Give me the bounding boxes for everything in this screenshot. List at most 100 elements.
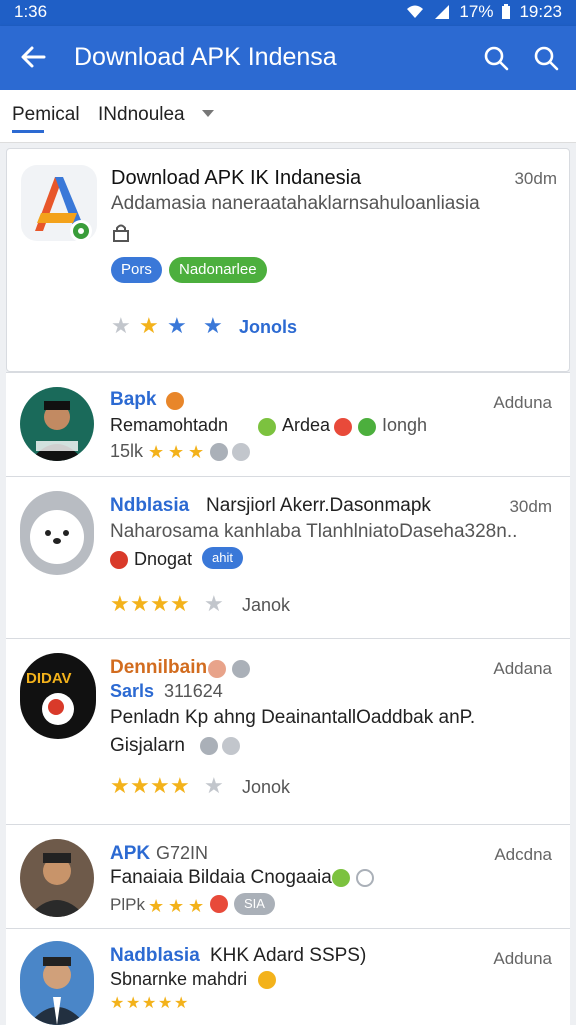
app-name: Nadblasia [110, 945, 200, 966]
rating-label: Jonok [242, 777, 291, 797]
status-clock: 19:23 [519, 2, 562, 21]
emoji-icon [258, 971, 276, 989]
app-name: Bapk [110, 389, 157, 410]
star-icon: ★ [203, 313, 223, 338]
download-count: PlPk [110, 895, 145, 914]
description: Remamohtadn [110, 415, 229, 435]
filter-dropdown[interactable]: INdnoulea [98, 104, 185, 126]
category-chip[interactable]: Pors [111, 257, 162, 283]
timestamp: 30dm [514, 169, 557, 188]
rating-label: Janok [242, 595, 291, 615]
svg-text:DIDAV: DIDAV [26, 670, 72, 687]
fire-icon [166, 392, 184, 410]
star-icon: ★ [168, 896, 185, 916]
star-icon: ★ [130, 591, 150, 616]
emoji-icon [222, 737, 240, 755]
avatar [20, 941, 94, 1025]
search-icon[interactable] [482, 44, 510, 72]
list-item[interactable]: Ndblasia Narsjiorl Akerr.Dasonmapk 30dm … [6, 476, 570, 639]
star-icon: ★ [110, 995, 125, 1012]
emoji-icon [200, 737, 218, 755]
app-name-secondary: KHK Adard SSPS) [210, 945, 367, 966]
no-entry-icon [110, 551, 128, 569]
star-icon: ★ [148, 896, 165, 916]
star-icon: ★ [158, 995, 173, 1012]
star-icon: ★ [174, 995, 189, 1012]
description: Fanaiaia Bildaia Cnogaaia [110, 867, 332, 888]
star-icon: ★ [126, 995, 141, 1012]
app-bar: Download APK Indensa [0, 26, 576, 90]
star-icon: ★ [142, 995, 157, 1012]
star-icon: ★ [111, 313, 131, 338]
star-icon: ★ [130, 773, 150, 798]
info-chip[interactable]: ahit [202, 547, 243, 569]
star-icon: ★ [110, 591, 130, 616]
avatar [20, 491, 94, 575]
active-tab-indicator [12, 130, 44, 133]
description: Penladn Kp ahng DeainantallOaddbak anP. [110, 707, 476, 728]
subtitle-number: 311624 [164, 681, 223, 701]
smile-icon [232, 660, 250, 678]
subtitle: Sarls [110, 681, 155, 701]
star-icon: ★ [170, 773, 190, 798]
timestamp: Addana [493, 659, 552, 678]
app-name: APK [110, 843, 151, 864]
description-c: Iongh [382, 415, 428, 435]
emoji-icon [210, 895, 228, 913]
tagline: Dnogat [134, 549, 193, 569]
star-icon: ★ [170, 591, 190, 616]
timestamp: Adcdna [494, 845, 552, 864]
smile-icon [258, 418, 276, 436]
leaf-icon [358, 418, 376, 436]
list-item[interactable]: Bapk Adduna Remamohtadn Ardea Iongh 15lk… [6, 372, 570, 477]
description-b: Ardea [282, 415, 331, 435]
tag-chip[interactable]: Nadonarlee [169, 257, 267, 283]
star-icon: ★ [148, 442, 165, 462]
list-item[interactable]: Nadblasia KHK Adard SSPS) Adduna Sbnarnk… [6, 928, 570, 1025]
battery-percent: 17% [459, 2, 494, 21]
description: Sbnarnke mahdri [110, 969, 248, 989]
star-icon: ★ [167, 313, 187, 338]
list-item[interactable]: APK G72IN Adcdna Fanaiaia Bildaia Cnogaa… [6, 824, 570, 929]
avatar [20, 387, 94, 461]
list-item[interactable]: DIDAV Dennilbain Addana Sarls 311624 Pen… [6, 638, 570, 825]
wifi-icon [407, 5, 424, 18]
back-arrow-icon[interactable] [18, 42, 48, 72]
status-right: 17% 19:23 [405, 2, 562, 22]
badge-icon [208, 660, 226, 678]
app-logo-icon [35, 177, 92, 242]
chevron-down-icon[interactable] [202, 110, 214, 117]
tagline: Gisjalarn [110, 735, 185, 756]
gear-icon [232, 443, 250, 461]
timestamp: Adduna [493, 393, 552, 412]
filter-tab-primary[interactable]: Pemical [12, 104, 80, 126]
battery-icon [502, 4, 511, 19]
avatar [20, 839, 94, 917]
emoji-icon [334, 418, 352, 436]
search-icon[interactable] [532, 44, 560, 72]
star-icon: ★ [150, 773, 170, 798]
filter-bar: Pemical INdnoulea [0, 90, 576, 143]
badge-icon [210, 443, 228, 461]
app-name: Dennilbain [110, 657, 208, 678]
info-chip[interactable]: SIA [234, 893, 275, 915]
chat-icon [356, 869, 374, 887]
description: Naharosama kanhlaba TlanhlniatoDaseha328… [110, 521, 518, 542]
app-name-secondary: Narsjiorl Akerr.Dasonmapk [206, 495, 431, 516]
star-icon: ★ [139, 313, 159, 338]
signal-icon [435, 5, 450, 19]
star-icon: ★ [150, 591, 170, 616]
download-count: 15lk [110, 441, 144, 461]
avatar: DIDAV [20, 653, 96, 739]
star-icon: ★ [168, 442, 185, 462]
app-code: G72IN [156, 843, 209, 863]
app-name: Ndblasia [110, 495, 190, 516]
rating-label: Jonols [239, 317, 298, 337]
star-icon: ★ [110, 773, 130, 798]
status-time: 1:36 [14, 2, 48, 21]
app-logo [21, 165, 97, 242]
featured-app-card[interactable]: Download APK IK Indanesia 30dm Addamasia… [6, 148, 570, 372]
lock-icon [113, 224, 129, 242]
app-title: Download APK IK Indanesia [111, 167, 362, 189]
star-icon: ★ [204, 773, 224, 798]
